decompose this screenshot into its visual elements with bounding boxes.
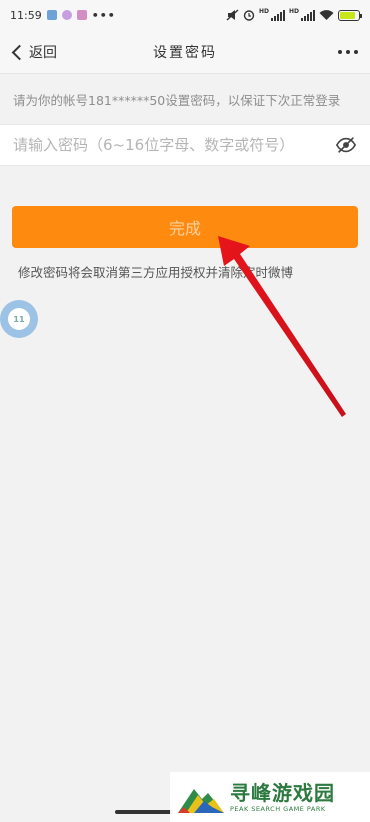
password-input[interactable] (13, 136, 335, 154)
hexagon-icon (61, 10, 72, 20)
eye-off-icon[interactable] (335, 134, 357, 156)
hd-label-2: HD (288, 7, 299, 15)
more-notifications: ••• (91, 8, 116, 22)
wifi-icon (319, 9, 334, 20)
mountain-logo-icon (178, 789, 224, 813)
floating-assistant-icon: 11 (8, 308, 30, 330)
shield-badge-icon (76, 10, 87, 20)
nav-bar: 返回 设置密码 (0, 30, 370, 74)
floating-assistant-button[interactable]: 11 (0, 300, 38, 338)
chevron-left-icon (11, 44, 28, 60)
dot-icon (346, 50, 350, 54)
back-label: 返回 (29, 45, 57, 61)
watermark-subtitle: PEAK SEARCH GAME PARK (230, 805, 326, 813)
more-options-button[interactable] (338, 40, 358, 64)
status-bar: 11:59 ••• HD HD (0, 0, 370, 30)
home-indicator[interactable] (115, 810, 173, 814)
signal-hd-icon (270, 9, 285, 21)
shield-icon (46, 10, 57, 20)
status-time: 11:59 (10, 8, 42, 22)
back-button[interactable]: 返回 (8, 40, 57, 64)
dot-icon (338, 50, 342, 54)
watermark-title: 寻峰游戏园 (230, 781, 335, 805)
signal-hd-icon-2 (301, 9, 315, 21)
account-hint: 请为你的帐号181******50设置密码，以保证下次正常登录 (13, 92, 341, 108)
alarm-icon (243, 10, 255, 21)
hd-label: HD (258, 7, 269, 15)
notice-text: 修改密码将会取消第三方应用授权并清除定时微博 (18, 265, 294, 280)
dot-icon (354, 50, 358, 54)
done-button[interactable]: 完成 (12, 206, 358, 248)
battery-icon (338, 9, 362, 21)
mute-icon (226, 9, 239, 21)
watermark-logo: 寻峰游戏园 PEAK SEARCH GAME PARK (170, 772, 370, 822)
password-row (0, 124, 370, 166)
